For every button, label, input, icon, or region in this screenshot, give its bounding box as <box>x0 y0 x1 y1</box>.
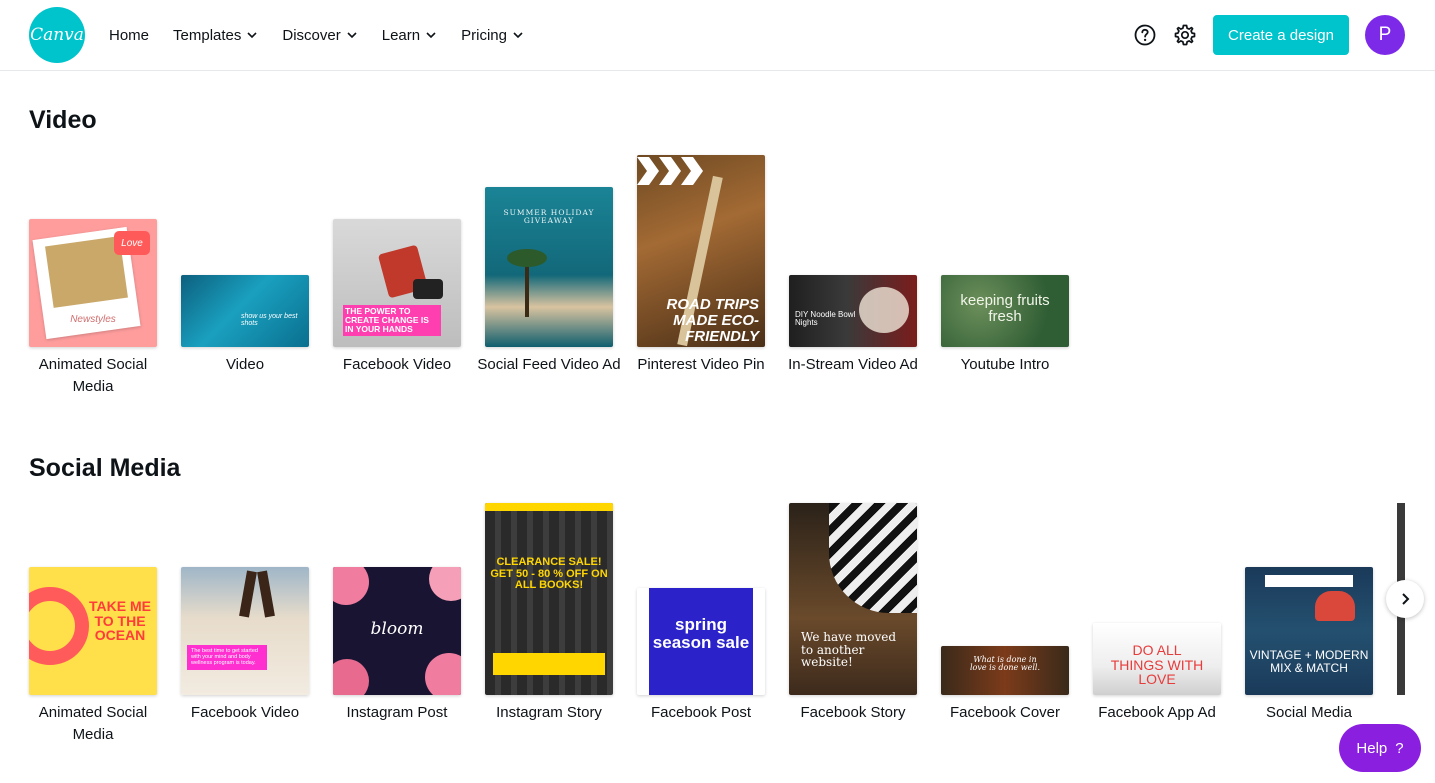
template-label: Pinterest Video Pin <box>637 356 765 373</box>
template-label: Video <box>225 356 265 373</box>
template-label: Facebook Video <box>342 356 452 373</box>
thumbnail-text: CLEARANCE SALE! GET 50 - 80 % OFF ON ALL… <box>490 556 608 592</box>
template-thumbnail[interactable]: keeping fruits fresh <box>941 275 1069 347</box>
template-thumbnail[interactable]: The best time to get started with your m… <box>181 567 309 695</box>
template-thumbnail[interactable]: CLEARANCE SALE! GET 50 - 80 % OFF ON ALL… <box>485 503 613 695</box>
thumbnail-text: TAKE ME TO THE OCEAN <box>89 598 151 644</box>
template-label: Animated Social Media <box>38 704 148 743</box>
template-thumbnail[interactable]: spring season sale <box>637 588 765 695</box>
chevron-down-icon <box>513 32 523 39</box>
nav-templates-label: Templates <box>173 26 242 44</box>
template-label: Animated Social Media <box>38 356 148 395</box>
thumbnail-text: bloom <box>370 619 424 639</box>
thumbnail-text: THE POWER TO CREATE CHANGE IS IN YOUR HA… <box>343 305 441 336</box>
thumbnail-text: spring season sale <box>652 615 750 652</box>
nav-pricing[interactable]: Pricing <box>449 15 536 55</box>
template-label: Facebook App Ad <box>1098 704 1216 721</box>
gear-icon[interactable] <box>1173 23 1197 47</box>
question-mark-icon: ? <box>1395 739 1404 757</box>
template-thumbnail[interactable]: THE POWER TO CREATE CHANGE IS IN YOUR HA… <box>333 219 461 347</box>
nav-home[interactable]: Home <box>97 15 161 55</box>
question-circle-icon[interactable] <box>1133 23 1157 47</box>
thumbnail-text: Newstyles <box>70 314 116 325</box>
template-label: Instagram Story <box>496 704 602 721</box>
thumbnail-text: We have moved to another website! <box>801 630 897 670</box>
section-title-social-media: Social Media <box>29 454 181 482</box>
template-label: Social Feed Video Ad <box>477 356 621 373</box>
template-label: Social Media <box>1266 704 1352 721</box>
thumbnail-text: What is done in love is done well. <box>970 655 1040 673</box>
thumbnail-text: DO ALL THINGS WITH LOVE <box>1110 642 1204 688</box>
template-label: In-Stream Video Ad <box>788 356 918 373</box>
nav-pricing-label: Pricing <box>461 26 507 44</box>
template-label: Youtube Intro <box>960 356 1050 373</box>
template-thumbnail[interactable]: SUMMER HOLIDAY GIVEAWAY <box>485 187 613 347</box>
help-label: Help <box>1356 739 1388 757</box>
carousel-next-button[interactable] <box>1386 580 1424 618</box>
chevron-right-icon <box>1402 593 1410 605</box>
template-label: Facebook Video <box>190 704 300 721</box>
thumbnail-text: SUMMER HOLIDAY GIVEAWAY <box>503 208 595 225</box>
thumbnail-text: The best time to get started with your m… <box>187 645 267 671</box>
thumbnail-text: ROAD TRIPS MADE ECO-FRIENDLY <box>666 296 759 345</box>
thumbnail-text: VINTAGE + MODERN MIX & MATCH <box>1249 648 1369 675</box>
template-thumbnail[interactable]: TAKE ME TO THE OCEAN <box>29 567 157 695</box>
chevron-down-icon <box>347 32 357 39</box>
thumbnail-text: keeping fruits fresh <box>960 292 1050 325</box>
template-label: Facebook Story <box>800 704 906 721</box>
template-thumbnail[interactable]: ROAD TRIPS MADE ECO-FRIENDLY <box>637 155 765 347</box>
top-navigation-bar: Canva Home Templates Discover Learn Pric… <box>0 0 1435 71</box>
thumbnail-text: show us your best shots <box>241 313 298 328</box>
template-thumbnail[interactable]: What is done in love is done well. <box>941 646 1069 695</box>
template-thumbnail[interactable]: Love Newstyles <box>29 219 157 347</box>
create-design-button[interactable]: Create a design <box>1213 15 1349 55</box>
template-thumbnail[interactable]: DIY Noodle Bowl Nights <box>789 275 917 347</box>
template-thumbnail[interactable]: We have moved to another website! <box>789 503 917 695</box>
help-button[interactable]: Help ? <box>1339 724 1421 772</box>
template-thumbnail[interactable]: show us your best shots <box>181 275 309 347</box>
section-title-video: Video <box>29 106 97 134</box>
nav-templates[interactable]: Templates <box>161 15 270 55</box>
main-nav: Home Templates Discover Learn Pricing <box>97 0 536 70</box>
template-thumbnail[interactable]: DO ALL THINGS WITH LOVE <box>1093 623 1221 695</box>
template-label: Facebook Post <box>650 704 752 721</box>
canva-logo[interactable]: Canva <box>29 7 85 63</box>
nav-home-label: Home <box>109 26 150 44</box>
template-thumbnail[interactable]: bloom <box>333 567 461 695</box>
template-label: Facebook Cover <box>949 704 1061 721</box>
nav-learn-label: Learn <box>381 26 421 44</box>
nav-discover-label: Discover <box>282 26 341 44</box>
template-thumbnail[interactable]: VINTAGE + MODERN MIX & MATCH <box>1245 567 1373 695</box>
chevron-down-icon <box>247 32 257 39</box>
nav-learn[interactable]: Learn <box>370 15 449 55</box>
chevron-down-icon <box>426 32 436 39</box>
thumbnail-text: DIY Noodle Bowl Nights <box>795 310 856 328</box>
nav-discover[interactable]: Discover <box>270 15 369 55</box>
template-label: Instagram Post <box>346 704 448 721</box>
user-avatar[interactable]: P <box>1365 15 1405 55</box>
